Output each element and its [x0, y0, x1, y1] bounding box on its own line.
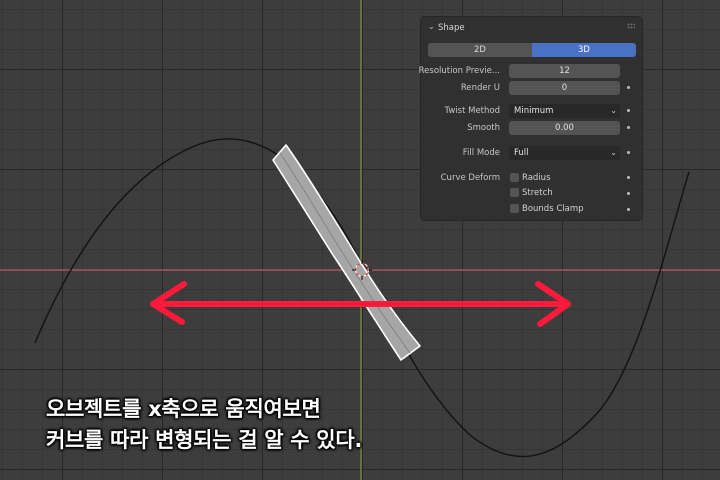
stretch-checkbox-row[interactable]: Stretch [509, 187, 619, 199]
keyframe-dot-icon[interactable] [627, 208, 630, 211]
twist-method-select[interactable]: Minimum ⌄ [509, 104, 620, 118]
drag-grip-icon[interactable] [627, 23, 635, 29]
caption-line-2: 커브를 따라 변형되는 걸 알 수 있다. [46, 428, 363, 452]
smooth-field[interactable]: 0.00 [509, 121, 620, 135]
keyframe-dot-icon[interactable] [627, 86, 630, 89]
tutorial-caption: 오브젝트를 x축으로 움직여보면 커브를 따라 변형되는 걸 알 수 있다. [46, 394, 566, 456]
chevron-down-icon[interactable]: ⌄ [428, 22, 435, 31]
toggle-2d-button[interactable]: 2D [428, 43, 532, 57]
bounds-clamp-checkbox-row[interactable]: Bounds Clamp [509, 203, 619, 215]
keyframe-dot-icon[interactable] [627, 192, 630, 195]
render-u-row: Render U 0 [421, 81, 642, 95]
chevron-down-icon: ⌄ [610, 106, 617, 115]
keyframe-dot-icon[interactable] [627, 126, 630, 129]
keyframe-dot-icon[interactable] [627, 176, 630, 179]
render-u-label: Render U [460, 83, 500, 93]
twist-method-row: Twist Method Minimum ⌄ [421, 104, 642, 118]
keyframe-dot-icon[interactable] [627, 109, 630, 112]
resolution-preview-field[interactable]: 12 [509, 64, 620, 78]
panel-title: Shape [438, 23, 465, 33]
curve-deform-label: Curve Deform [440, 173, 500, 183]
resolution-preview-row: Resolution Previe... 12 [418, 64, 642, 78]
chevron-down-icon: ⌄ [610, 148, 617, 157]
shape-properties-panel: ⌄ Shape 2D 3D Resolution Previe... 12 Re… [418, 16, 643, 221]
resolution-preview-label: Resolution Previe... [418, 66, 500, 76]
fill-mode-label: Fill Mode [462, 148, 500, 158]
render-u-field[interactable]: 0 [509, 81, 620, 95]
keyframe-dot-icon[interactable] [627, 151, 630, 154]
stretch-label: Stretch [522, 188, 553, 198]
fill-mode-select[interactable]: Full ⌄ [509, 146, 620, 160]
smooth-row: Smooth 0.00 [421, 121, 642, 135]
bounds-clamp-checkbox[interactable] [510, 204, 519, 213]
toggle-3d-button[interactable]: 3D [532, 43, 636, 57]
caption-line-1: 오브젝트를 x축으로 움직여보면 [46, 397, 321, 421]
radius-label: Radius [522, 173, 551, 183]
fill-mode-value: Full [514, 148, 529, 158]
radius-checkbox[interactable] [510, 173, 519, 182]
twist-method-value: Minimum [514, 106, 554, 116]
panel-header[interactable]: ⌄ Shape [421, 17, 642, 39]
bounds-clamp-label: Bounds Clamp [522, 204, 584, 214]
smooth-label: Smooth [467, 123, 500, 133]
twist-method-label: Twist Method [444, 106, 500, 116]
radius-checkbox-row[interactable]: Radius [509, 172, 619, 184]
stretch-checkbox[interactable] [510, 188, 519, 197]
fill-mode-row: Fill Mode Full ⌄ [421, 146, 642, 160]
deformed-mesh-object[interactable] [272, 144, 421, 361]
